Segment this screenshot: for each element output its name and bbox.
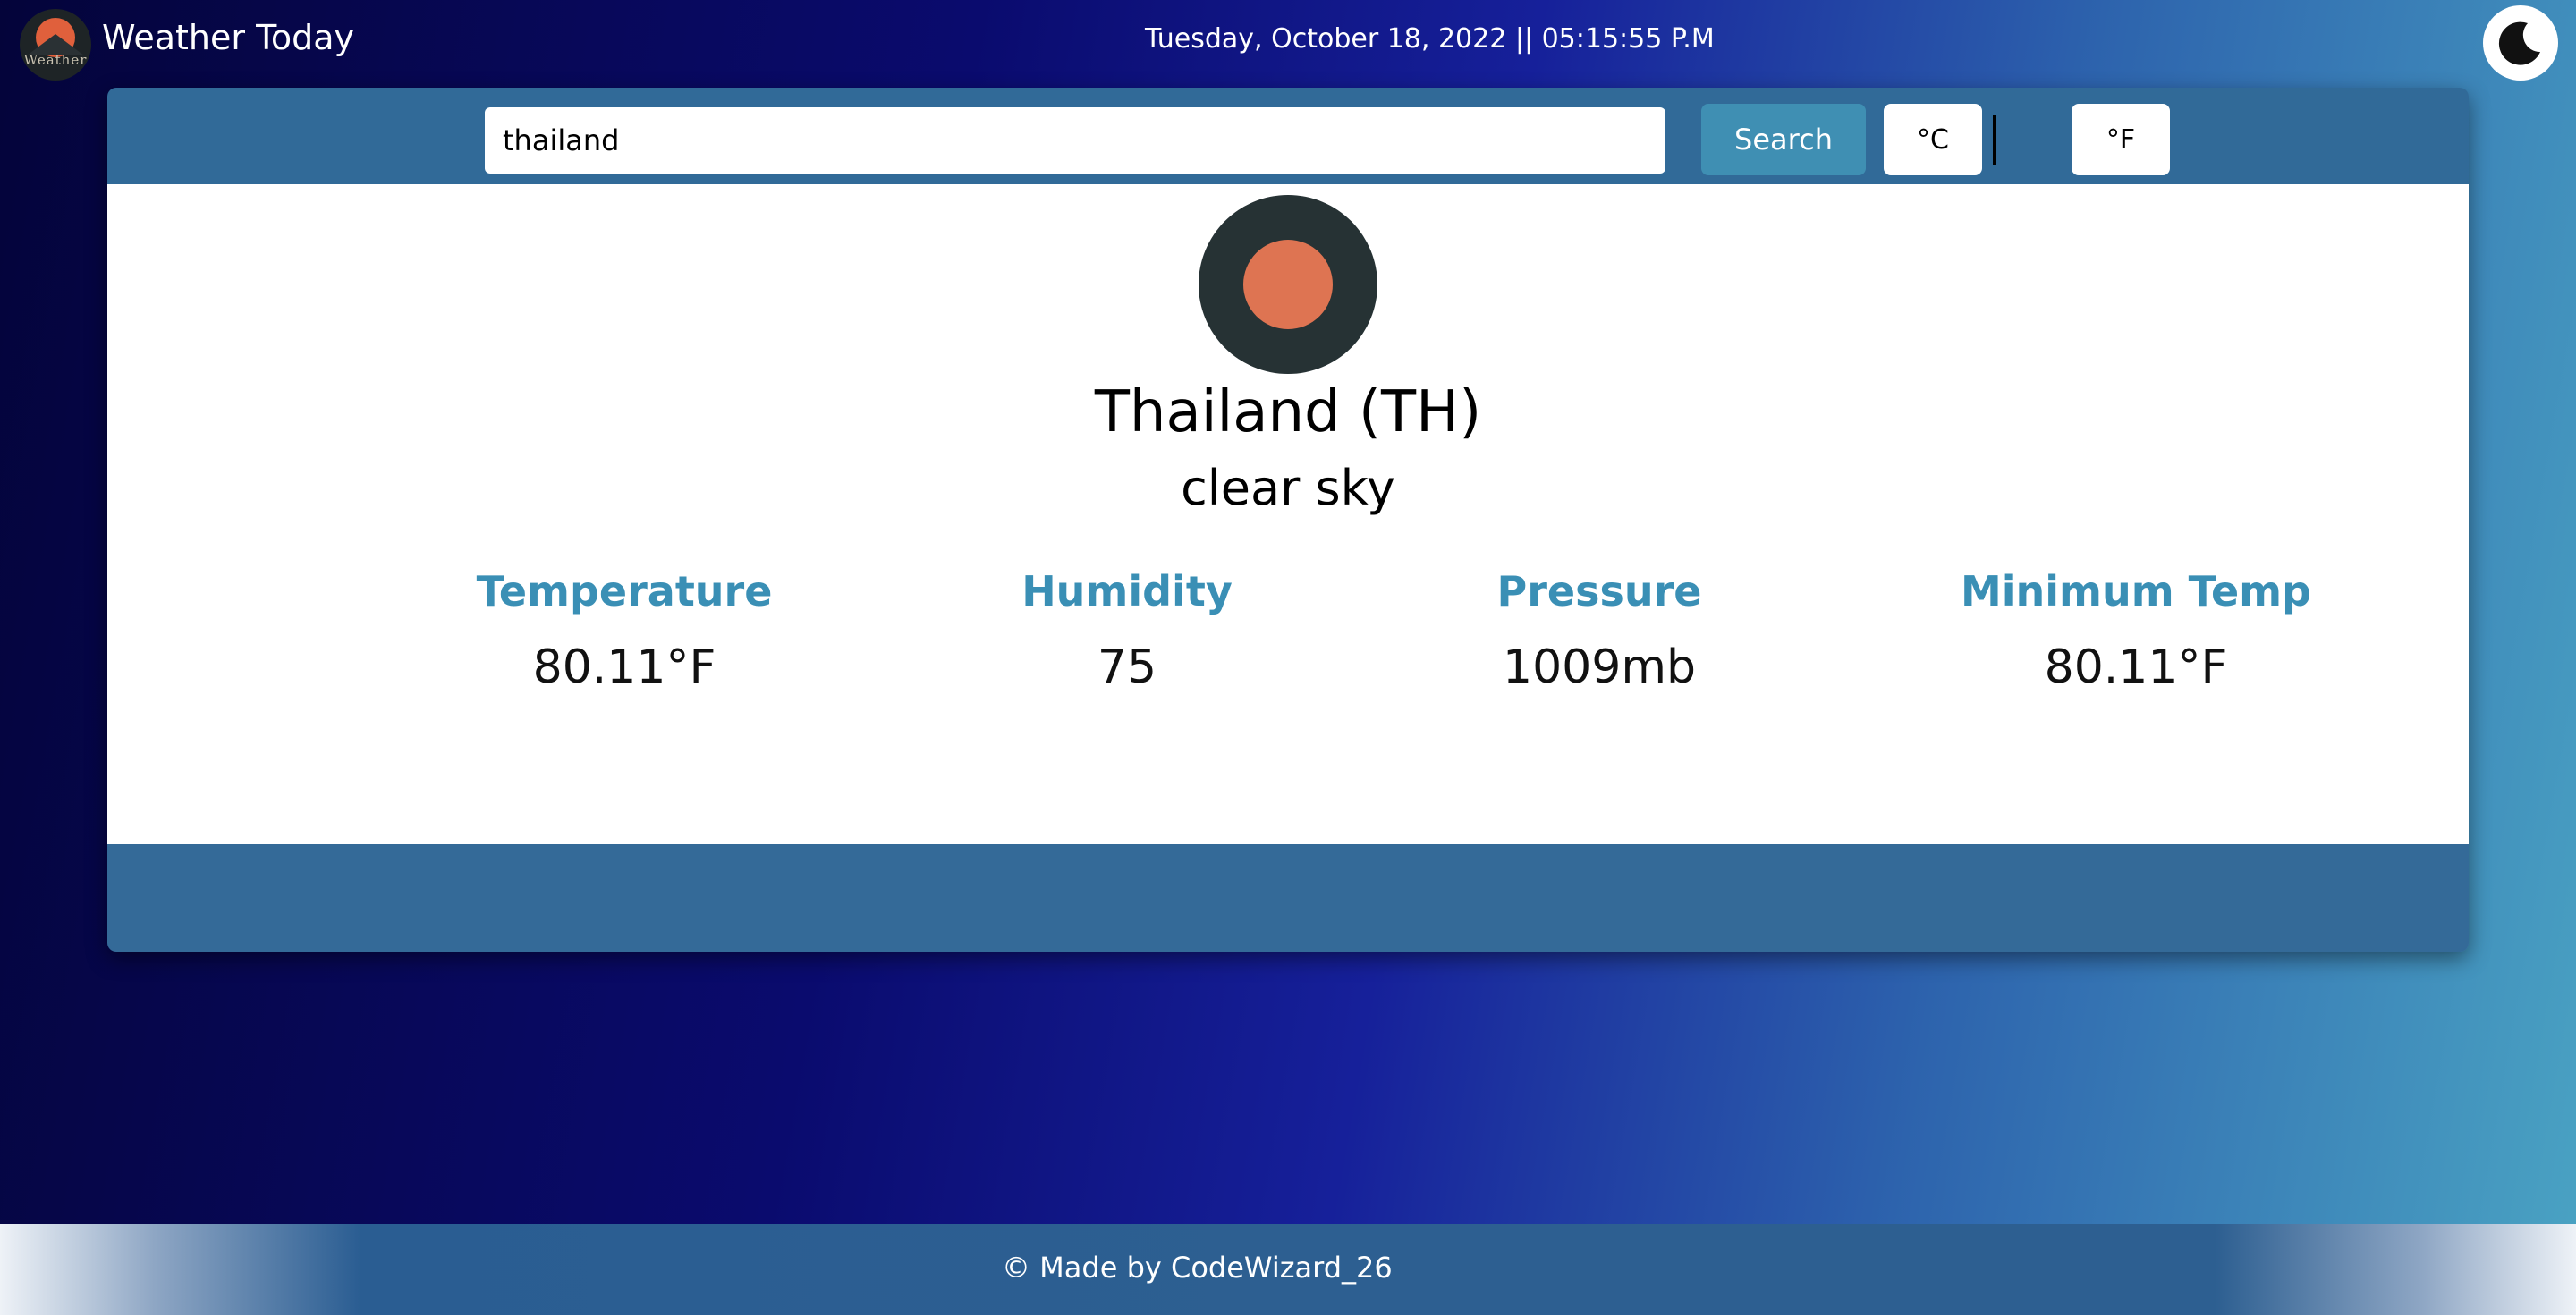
stat-minimum-temp: Minimum Temp 80.11°F [1912, 567, 2360, 694]
footer-credit: © Made by CodeWizard_26 [1002, 1251, 1393, 1285]
stat-temperature: Temperature 80.11°F [401, 567, 848, 694]
stat-humidity: Humidity 75 [903, 567, 1351, 694]
weather-details: Thailand (TH) clear sky Temperature 80.1… [107, 184, 2469, 844]
card-footer-band [107, 844, 2469, 952]
dark-mode-toggle[interactable] [2483, 5, 2558, 81]
page-footer: © Made by CodeWizard_26 [0, 1224, 2576, 1315]
stat-pressure: Pressure 1009mb [1376, 567, 1823, 694]
weather-card: Search °C °F Thailand (TH) clear sky Tem… [107, 88, 2469, 952]
search-button[interactable]: Search [1701, 104, 1866, 175]
search-input[interactable] [485, 107, 1665, 174]
stat-value: 80.11°F [532, 641, 716, 694]
location-name: Thailand (TH) [1094, 379, 1482, 445]
stat-label: Pressure [1496, 567, 1702, 615]
stat-value: 1009mb [1503, 641, 1696, 694]
current-datetime: Tuesday, October 18, 2022 || 05:15:55 P.… [1145, 23, 1715, 55]
stat-value: 75 [1097, 641, 1157, 694]
celsius-button[interactable]: °C [1884, 104, 1982, 175]
fahrenheit-button[interactable]: °F [2072, 104, 2170, 175]
moon-icon [2498, 21, 2540, 65]
search-bar: Search °C °F [107, 88, 2469, 184]
clear-sky-sun-icon [1199, 195, 1377, 374]
stat-label: Temperature [476, 567, 773, 615]
logo-text: Weather [23, 52, 88, 68]
app-logo: Weather [20, 9, 91, 81]
weather-condition: clear sky [1181, 460, 1395, 516]
app-title: Weather Today [102, 18, 354, 57]
unit-divider [1993, 115, 1996, 165]
sun-disc [1243, 240, 1333, 329]
stat-label: Humidity [1021, 567, 1233, 615]
stat-value: 80.11°F [2044, 641, 2228, 694]
stat-label: Minimum Temp [1960, 567, 2311, 615]
